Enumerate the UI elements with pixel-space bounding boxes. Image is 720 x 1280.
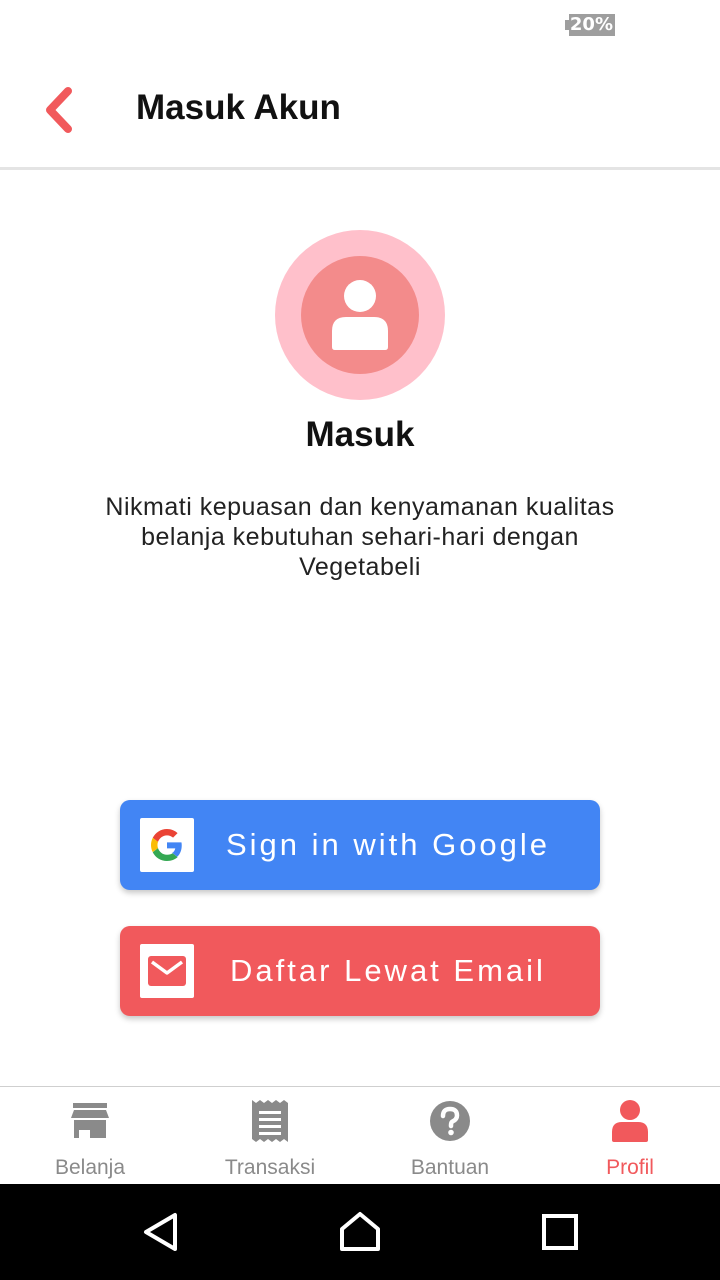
battery-level: 20% [569,14,615,36]
system-home-button[interactable] [332,1204,388,1260]
receipt-icon [248,1099,292,1143]
google-sign-in-button[interactable]: Sign in with Google [120,800,600,890]
nav-item-profil[interactable]: Profil [540,1087,720,1185]
google-icon [151,829,182,861]
nav-label-bantuan: Bantuan [410,1156,490,1179]
chevron-left-icon [46,87,72,133]
nav-label-profil: Profil [606,1156,654,1179]
back-button[interactable] [30,80,90,140]
mail-icon [148,956,186,986]
google-button-label: Sign in with Google [225,827,551,862]
nav-label-transaksi: Transaksi [224,1156,316,1179]
home-icon [340,1212,380,1251]
page-title: Masuk Akun [136,88,341,127]
system-back-button[interactable] [132,1204,188,1260]
status-bar: 20% [0,0,720,50]
help-icon [428,1099,472,1143]
login-heading: Masuk [305,415,415,454]
store-icon [68,1099,112,1143]
triangle-back-icon [144,1213,177,1251]
bottom-navigation: Belanja Transaksi Bantuan Profil [0,1086,720,1184]
mail-icon-box [140,944,194,998]
nav-item-transaksi[interactable]: Transaksi [180,1087,360,1185]
screen: 20% Masuk Akun Masuk Nikmati kepuasan da… [0,0,720,1280]
battery-indicator: 20% [565,14,615,36]
system-navigation-bar [0,1184,720,1280]
nav-label-belanja: Belanja [54,1156,126,1179]
email-register-button[interactable]: Daftar Lewat Email [120,926,600,1016]
avatar-inner-circle [301,256,419,374]
nav-item-bantuan[interactable]: Bantuan [360,1087,540,1185]
person-icon [608,1099,652,1143]
email-button-label: Daftar Lewat Email [230,953,546,988]
google-icon-box [140,818,194,872]
nav-item-belanja[interactable]: Belanja [0,1087,180,1185]
app-bar: Masuk Akun [0,50,720,170]
system-recents-button[interactable] [532,1204,588,1260]
square-recents-icon [542,1214,578,1250]
login-description: Nikmati kepuasan dan kenyamanan kualitas… [105,493,615,581]
avatar [275,230,445,400]
user-icon [332,280,388,350]
